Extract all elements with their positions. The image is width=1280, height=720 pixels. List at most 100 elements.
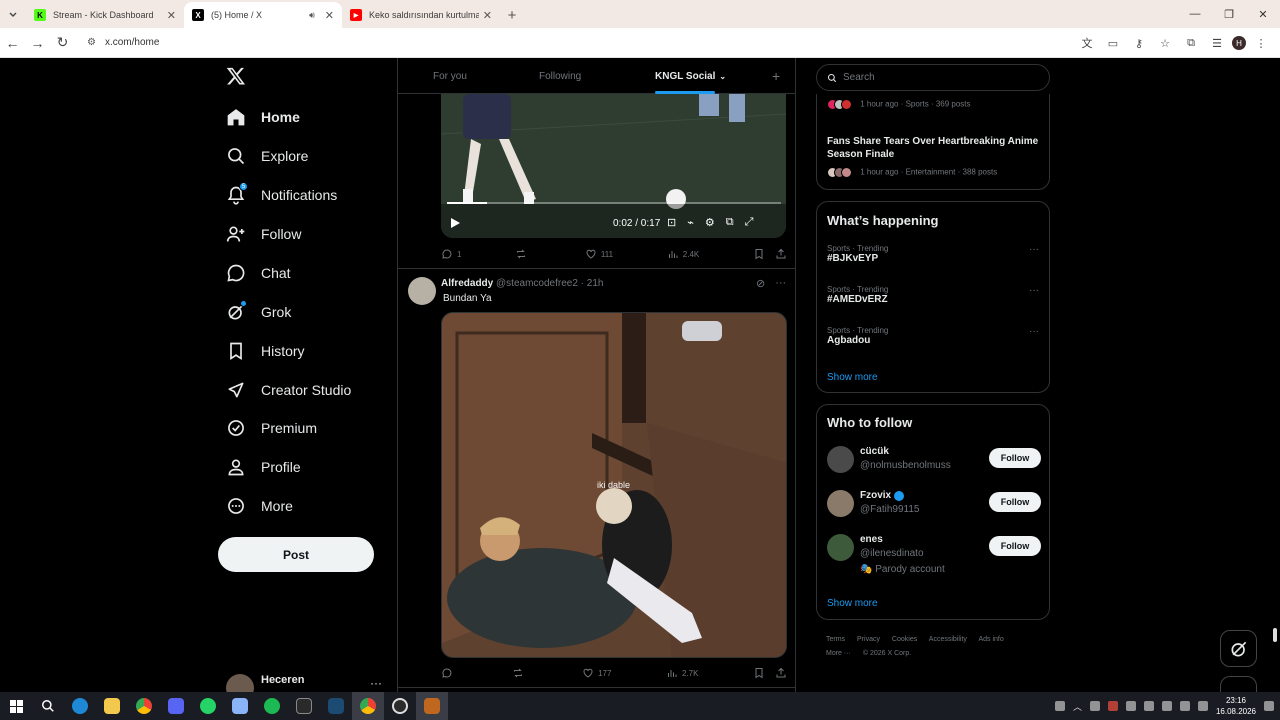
address-bar[interactable]: ⚙︎ x.com/home (79, 31, 1059, 55)
close-tab-icon[interactable]: ✕ (325, 9, 334, 22)
trend-more-icon[interactable]: ··· (1029, 244, 1039, 255)
app-icon[interactable] (224, 692, 256, 720)
volume-icon[interactable] (1179, 701, 1190, 711)
whatsapp-icon[interactable] (192, 692, 224, 720)
trend-more-icon[interactable]: ··· (1029, 285, 1039, 296)
views-button[interactable]: 2.7K (666, 667, 698, 679)
add-feed-icon[interactable]: + (772, 68, 780, 84)
picture-in-picture-icon[interactable]: ⧉ (726, 216, 734, 229)
footer-link-terms[interactable]: Terms (826, 636, 845, 643)
tab-for-you[interactable]: For you (433, 58, 467, 94)
password-key-icon[interactable]: ⚷ (1128, 32, 1150, 54)
video-player[interactable]: 0:02 / 0:17 ⊡ ⌁ ⚙︎ ⧉ ⤢ (441, 94, 786, 238)
trend-item[interactable]: Sports · Trending #BJKvEYP (827, 244, 888, 264)
restore-icon[interactable]: ❐ (1212, 0, 1246, 28)
browser-tab-kick[interactable]: K Stream - Kick Dashboard ✕ (26, 2, 184, 28)
tray-app-icon[interactable] (1089, 701, 1100, 711)
like-button[interactable]: 111 (585, 248, 613, 260)
reload-icon[interactable]: ↻ (50, 29, 75, 57)
follow-button[interactable]: Follow (989, 536, 1041, 556)
fullscreen-icon[interactable]: ⤢ (745, 216, 754, 229)
language-icon[interactable] (1197, 701, 1208, 711)
tray-app-icon[interactable] (1125, 701, 1136, 711)
spotify-icon[interactable] (256, 692, 288, 720)
cast-icon[interactable]: ▭ (1102, 32, 1124, 54)
footer-link-privacy[interactable]: Privacy (857, 636, 880, 643)
nav-follow[interactable]: Follow (226, 219, 301, 249)
post-more-icon[interactable]: ··· (775, 277, 786, 290)
user-avatar[interactable] (827, 490, 854, 517)
extensions-icon[interactable]: ⧉ (1180, 32, 1202, 54)
reading-list-icon[interactable]: ☰ (1206, 32, 1228, 54)
mute-icon[interactable]: ⌁ (687, 216, 694, 229)
user-avatar[interactable] (827, 534, 854, 561)
trend-story-title[interactable]: Fans Share Tears Over Heartbreaking Anim… (827, 135, 1042, 161)
suggested-user[interactable]: Fzovix @Fatih99115 Follow (827, 490, 1041, 530)
browser-tab-x[interactable]: X (5) Home / X 🔊︎ ✕ (184, 2, 342, 28)
bookmark-button[interactable] (753, 248, 765, 260)
epic-games-icon[interactable] (288, 692, 320, 720)
obs-icon[interactable] (384, 692, 416, 720)
footer-link-more[interactable]: More ··· (826, 650, 851, 657)
tray-app-icon[interactable] (1143, 701, 1154, 711)
new-tab-button[interactable]: + (500, 2, 524, 28)
nav-more[interactable]: More (226, 491, 293, 521)
tab-search-icon[interactable] (0, 0, 26, 28)
messages-drawer-button[interactable] (1220, 676, 1257, 692)
steam-icon[interactable] (320, 692, 352, 720)
nav-creator-studio[interactable]: Creator Studio (226, 375, 351, 405)
notification-center-icon[interactable] (1264, 701, 1274, 711)
keyboard-icon[interactable] (1054, 701, 1065, 711)
footer-link-cookies[interactable]: Cookies (892, 636, 917, 643)
nav-profile[interactable]: Profile (226, 452, 301, 482)
bookmark-star-icon[interactable]: ☆ (1154, 32, 1176, 54)
play-icon[interactable] (450, 217, 461, 229)
settings-icon[interactable]: ⚙︎ (705, 216, 715, 229)
nav-explore[interactable]: Explore (226, 141, 308, 171)
suggested-user[interactable]: enes @ilenesdinato 🎭 Parody account Foll… (827, 534, 1041, 575)
reply-button[interactable] (441, 667, 457, 679)
suggested-user[interactable]: cücük @nolmusbenolmuss Follow (827, 446, 1041, 486)
nav-grok[interactable]: Grok (226, 297, 291, 327)
scrollbar-thumb[interactable] (1273, 628, 1277, 642)
nav-premium[interactable]: Premium (226, 413, 317, 443)
back-icon[interactable]: ← (0, 29, 25, 57)
follow-button[interactable]: Follow (989, 492, 1041, 512)
speaker-icon[interactable]: 🔊︎ (309, 10, 315, 21)
chrome-icon[interactable] (128, 692, 160, 720)
chrome-menu-icon[interactable]: ⋮ (1250, 32, 1272, 54)
like-button[interactable]: 177 (582, 667, 611, 679)
forward-icon[interactable]: → (25, 29, 50, 57)
file-explorer-icon[interactable] (96, 692, 128, 720)
clock[interactable]: 23:16 16.08.2026 (1216, 695, 1256, 717)
site-info-icon[interactable]: ⚙︎ (87, 37, 96, 48)
share-button[interactable] (775, 248, 787, 260)
profile-avatar[interactable]: H (1232, 36, 1246, 50)
reply-button[interactable]: 1 (441, 248, 461, 260)
account-more-icon[interactable]: ··· (370, 676, 382, 690)
show-more-link[interactable]: Show more (827, 372, 878, 383)
close-tab-icon[interactable]: ✕ (167, 9, 176, 22)
start-button[interactable] (0, 692, 32, 720)
post-image[interactable]: iki dable (441, 312, 787, 658)
translate-icon[interactable]: 文 (1076, 32, 1098, 54)
trend-story-2[interactable]: 1 hour ago · Entertainment · 388 posts (827, 167, 997, 178)
nav-notifications[interactable]: 5 Notifications (226, 180, 337, 210)
repost-button[interactable] (515, 248, 531, 260)
repost-button[interactable] (512, 667, 528, 679)
grok-explain-icon[interactable]: ⊘ (756, 277, 765, 290)
nav-home[interactable]: Home (226, 102, 300, 132)
author-handle[interactable]: @steamcodefree2 (496, 278, 578, 289)
video-progress-bar[interactable] (447, 202, 781, 204)
captions-icon[interactable]: ⊡ (667, 216, 676, 229)
trend-story-1[interactable]: 1 hour ago · Sports · 369 posts (827, 99, 971, 110)
app-active-icon[interactable] (416, 692, 448, 720)
tab-following[interactable]: Following (539, 58, 581, 94)
grok-floating-button[interactable] (1220, 630, 1257, 667)
tray-app-icon[interactable] (1107, 701, 1118, 711)
trend-item[interactable]: Sports · Trending #AMEDvERZ (827, 285, 888, 305)
discord-icon[interactable] (160, 692, 192, 720)
share-button[interactable] (775, 667, 787, 679)
show-more-link[interactable]: Show more (827, 598, 878, 609)
footer-link-accessibility[interactable]: Accessibility (929, 636, 967, 643)
